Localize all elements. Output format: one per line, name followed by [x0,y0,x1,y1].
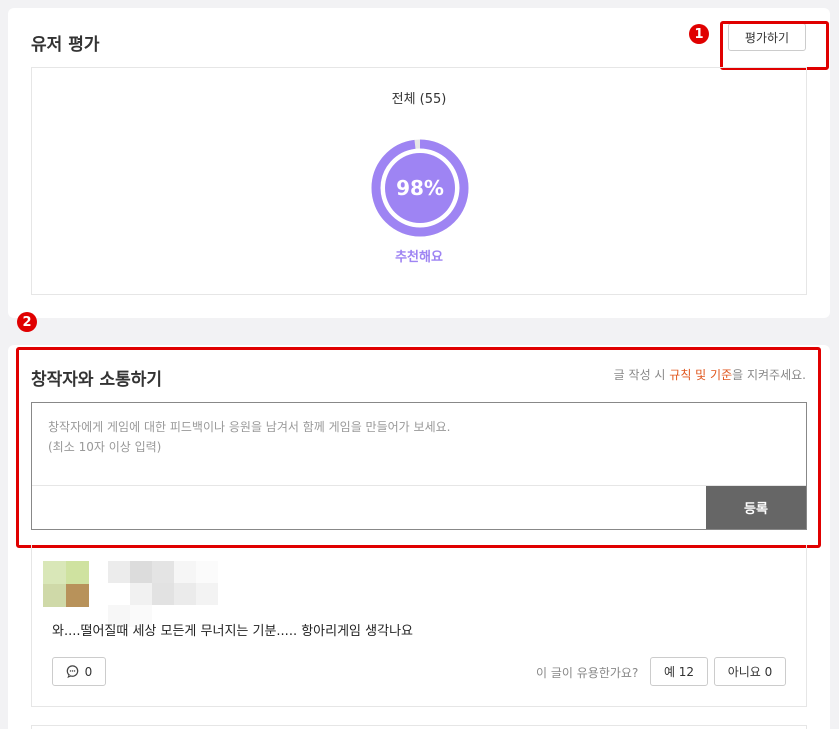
comment-form: 등록 [31,402,807,530]
user-rating-section: 유저 평가 평가하기 1 전체 (55) 98% 추천해요 [8,8,830,318]
blurred-username [108,561,238,627]
rate-button[interactable]: 평가하기 [728,23,806,51]
avatar [43,561,89,607]
recommend-donut-chart: 98% [371,139,469,237]
total-ratings-label: 전체 (55) [391,92,447,107]
comment-icon [66,665,78,678]
donut-percent-text: 98% [396,176,444,200]
rating-section-title: 유저 평가 [31,35,100,55]
community-section: 창작자와 소통하기 글 작성 시 규칙 및 기준을 지켜주세요. 등록 [8,345,830,729]
reply-count: 0 [84,664,93,679]
comment-input[interactable] [32,403,806,485]
comment-guide-text: 글 작성 시 규칙 및 기준을 지켜주세요. [614,366,806,383]
guide-rules-link[interactable]: 규칙 및 기준 [669,368,732,382]
helpful-yes-button[interactable]: 예 12 [650,657,708,686]
guide-prefix: 글 작성 시 [613,368,670,382]
submit-comment-button[interactable]: 등록 [706,486,806,529]
guide-suffix: 을 지켜주세요. [732,368,806,382]
review-item: 와....떨어질때 세상 모든게 무너지는 기분..... 항아리게임 생각나요… [31,545,807,707]
community-section-title: 창작자와 소통하기 [31,370,163,390]
comment-form-divider [32,485,806,486]
helpful-no-button[interactable]: 아니요 0 [714,657,786,686]
annotation-badge-2: 2 [17,312,37,332]
recommend-label: 추천해요 [395,250,443,265]
annotation-badge-1: 1 [689,24,709,44]
next-review-item [31,725,807,729]
helpful-question: 이 글이 유용한가요? [536,666,639,680]
reply-count-button[interactable]: 0 [52,657,106,686]
review-text: 와....떨어질때 세상 모든게 무너지는 기분..... 항아리게임 생각나요 [52,624,413,639]
